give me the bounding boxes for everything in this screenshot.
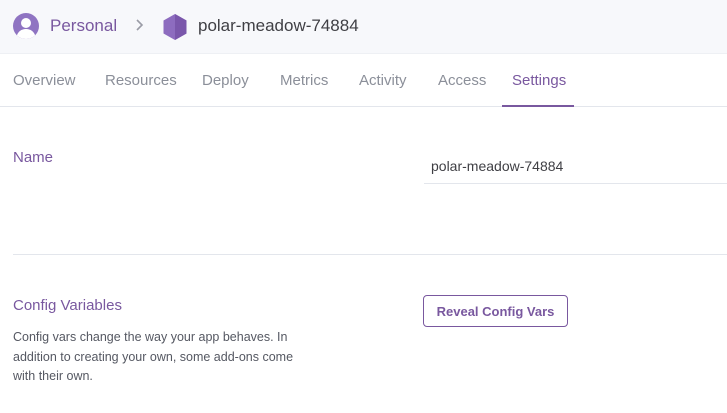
section-divider	[13, 254, 727, 255]
tab-activity[interactable]: Activity	[359, 54, 407, 107]
tab-settings[interactable]: Settings	[512, 54, 566, 107]
name-label: Name	[13, 149, 54, 166]
app-tabs: Overview Resources Deploy Metrics Activi…	[0, 54, 727, 107]
tab-deploy[interactable]: Deploy	[202, 54, 249, 107]
tab-access[interactable]: Access	[438, 54, 486, 107]
app-settings-page: Personal polar-meadow-74884 Overview Res…	[0, 0, 727, 413]
user-avatar-icon[interactable]	[13, 13, 39, 39]
tab-resources[interactable]: Resources	[105, 54, 177, 107]
reveal-config-vars-button[interactable]: Reveal Config Vars	[423, 295, 568, 327]
breadcrumb-personal-link[interactable]: Personal	[50, 16, 117, 36]
chevron-right-icon	[134, 17, 146, 33]
hexagon-app-icon	[162, 13, 188, 41]
breadcrumb-header: Personal polar-meadow-74884	[0, 0, 727, 54]
config-vars-title: Config Variables	[13, 297, 122, 314]
tab-overview[interactable]: Overview	[13, 54, 76, 107]
active-tab-indicator	[502, 105, 574, 107]
breadcrumb-app-name[interactable]: polar-meadow-74884	[198, 16, 359, 36]
app-name-field[interactable]	[424, 148, 727, 184]
config-vars-description: Config vars change the way your app beha…	[13, 330, 294, 383]
tab-metrics[interactable]: Metrics	[280, 54, 328, 107]
